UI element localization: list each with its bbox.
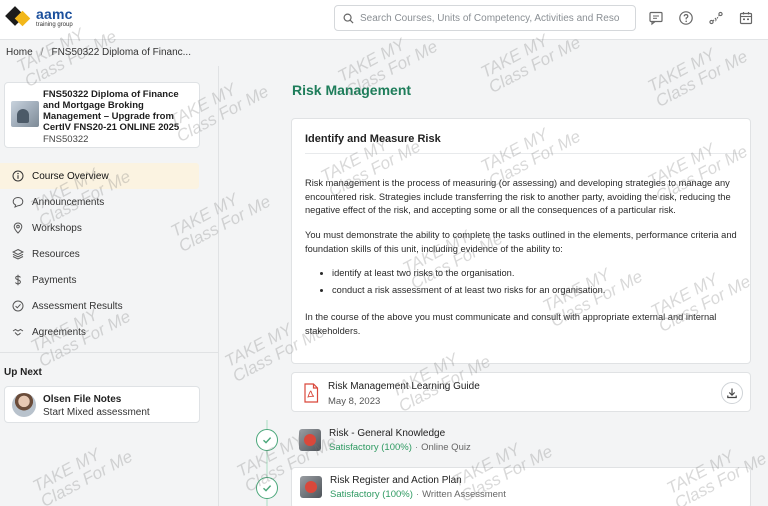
sidebar-item-resources[interactable]: Resources [0, 241, 219, 267]
info-icon [12, 170, 24, 182]
pathway-icon[interactable] [708, 10, 724, 26]
card-bullet-list: identify at least two risks to the organ… [318, 265, 738, 299]
course-card[interactable]: FNS50322 Diploma of Finance and Mortgage… [4, 82, 200, 148]
avatar [12, 393, 36, 417]
course-title: FNS50322 Diploma of Finance and Mortgage… [43, 89, 180, 133]
check-circle-icon [12, 300, 24, 312]
content-card: Identify and Measure Risk Risk managemen… [291, 118, 751, 364]
assessment-item[interactable]: Risk Register and Action Plan Satisfacto… [291, 467, 751, 506]
sidebar: FNS50322 Diploma of Finance and Mortgage… [0, 66, 219, 506]
card-paragraph-3: In the course of the above you must comm… [305, 312, 717, 336]
up-next-subtitle: Start Mixed assessment [43, 407, 150, 418]
check-icon [256, 429, 278, 451]
logo-mark-icon [5, 6, 32, 28]
sidebar-divider [0, 352, 219, 353]
sidebar-item-label: Resources [32, 248, 80, 260]
card-paragraph-2: You must demonstrate the ability to comp… [305, 230, 737, 254]
breadcrumb: Home / FNS50322 Diploma of Financ... [6, 47, 191, 58]
handshake-icon [12, 328, 24, 336]
download-button[interactable] [721, 382, 743, 404]
list-item: identify at least two risks to the organ… [332, 265, 738, 282]
breadcrumb-separator: / [40, 47, 44, 58]
check-icon [256, 477, 278, 499]
sidebar-item-label: Assessment Results [32, 300, 123, 312]
assessment-thumbnail [299, 429, 321, 451]
assessment-type: Online Quiz [421, 442, 471, 453]
watermark: TAKE MY Class For Me [644, 44, 751, 111]
status-badge: Satisfactory (100%) [329, 442, 412, 453]
sidebar-item-assessment-results[interactable]: Assessment Results [0, 293, 219, 319]
sidebar-item-course-overview[interactable]: Course Overview [0, 163, 199, 189]
sidebar-item-label: Announcements [32, 196, 105, 208]
assessment-title[interactable]: Risk - General Knowledge [329, 428, 445, 439]
sidebar-nav: Course Overview Announcements Workshops … [0, 163, 219, 345]
sidebar-item-payments[interactable]: Payments [0, 267, 219, 293]
assessment-item[interactable]: Risk - General Knowledge Satisfactory (1… [291, 421, 751, 463]
course-code: FNS50322 [43, 134, 89, 145]
search-input[interactable] [360, 12, 620, 24]
top-bar: aamc training group [0, 0, 768, 40]
document-card[interactable]: Risk Management Learning Guide May 8, 20… [291, 372, 751, 412]
assessment-type: Written Assessment [422, 489, 506, 500]
up-next-card[interactable]: Olsen File Notes Start Mixed assessment [4, 386, 200, 423]
search-box[interactable] [334, 5, 636, 31]
sidebar-item-agreements[interactable]: Agreements [0, 319, 219, 345]
chat-icon[interactable] [648, 10, 664, 26]
sidebar-item-workshops[interactable]: Workshops [0, 215, 219, 241]
download-icon [727, 388, 737, 399]
logo-main-text: aamc [36, 5, 73, 22]
document-date: May 8, 2023 [328, 396, 381, 407]
search-icon [343, 13, 354, 24]
status-badge: Satisfactory (100%) [330, 489, 413, 500]
sidebar-item-label: Payments [32, 274, 77, 286]
sidebar-item-label: Agreements [32, 326, 86, 338]
list-item: conduct a risk assessment of at least tw… [332, 282, 738, 299]
card-heading: Identify and Measure Risk [305, 133, 441, 145]
card-paragraph-1: Risk management is the process of measur… [305, 178, 731, 215]
location-pin-icon [13, 222, 23, 234]
meta-separator: · [414, 442, 419, 453]
card-divider [305, 153, 739, 154]
dollar-icon [15, 274, 21, 286]
sidebar-item-label: Course Overview [32, 170, 109, 182]
up-next-title: Olsen File Notes [43, 394, 122, 405]
stack-icon [12, 248, 24, 260]
assessment-title[interactable]: Risk Register and Action Plan [330, 475, 462, 486]
breadcrumb-home[interactable]: Home [6, 47, 33, 58]
speech-bubble-icon [12, 196, 24, 208]
course-thumbnail [11, 101, 39, 127]
calendar-icon[interactable] [738, 10, 754, 26]
breadcrumb-current[interactable]: FNS50322 Diploma of Financ... [51, 47, 191, 58]
sidebar-item-announcements[interactable]: Announcements [0, 189, 219, 215]
sidebar-item-label: Workshops [32, 222, 82, 234]
document-title[interactable]: Risk Management Learning Guide [328, 381, 480, 392]
meta-separator: · [415, 489, 420, 500]
pdf-icon [304, 383, 319, 403]
aamc-logo[interactable]: aamc training group [5, 5, 73, 28]
assessment-thumbnail [300, 476, 322, 498]
help-icon[interactable] [678, 10, 694, 26]
page-title: Risk Management [292, 82, 412, 98]
logo-sub-text: training group [36, 21, 73, 28]
up-next-heading: Up Next [4, 367, 42, 378]
